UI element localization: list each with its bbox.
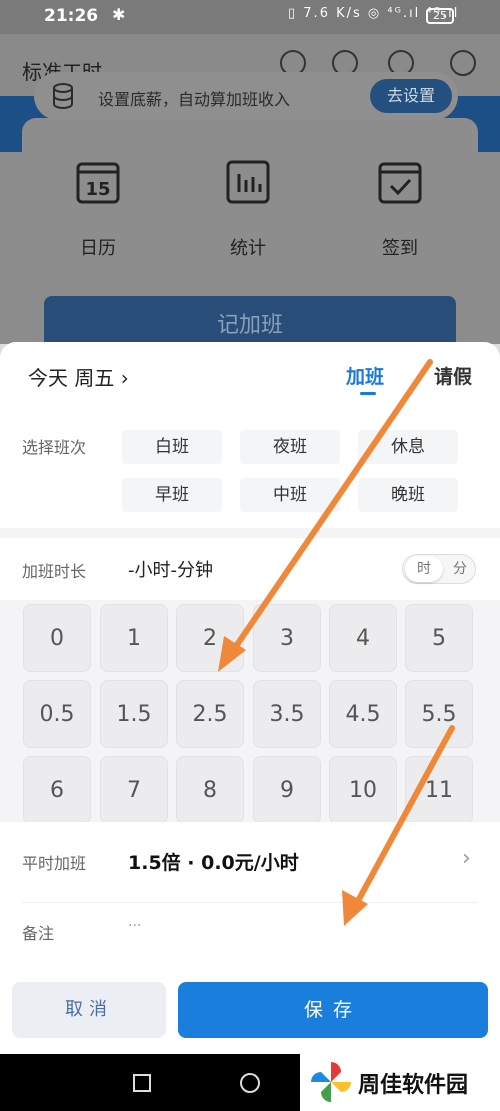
feature-checkin[interactable]: 签到 <box>370 158 430 260</box>
shift-section: 选择班次 白班 夜班 休息 早班 中班 晚班 <box>0 408 500 528</box>
overtime-sheet: 今天 周五 › 加班 请假 选择班次 白班 夜班 休息 早班 中班 晚班 加班时… <box>0 342 500 1054</box>
keypad-key[interactable]: 0.5 <box>23 680 91 748</box>
keypad-key[interactable]: 2.5 <box>176 680 244 748</box>
shift-option[interactable]: 中班 <box>240 478 340 512</box>
divider <box>22 902 478 903</box>
cancel-button[interactable]: 取消 <box>12 982 166 1038</box>
battery-icon: 25 <box>426 8 454 24</box>
shift-option[interactable]: 夜班 <box>240 430 340 464</box>
keypad-key[interactable]: 8 <box>176 756 244 824</box>
note-input[interactable]: ··· <box>128 918 141 934</box>
number-keypad: 0 1 2 3 4 5 0.5 1.5 2.5 3.5 4.5 5.5 6 7 … <box>0 604 500 824</box>
stats-icon <box>226 160 270 204</box>
feature-calendar[interactable]: 15 日历 <box>68 158 128 260</box>
keypad-key[interactable]: 9 <box>253 756 321 824</box>
unit-minute[interactable]: 分 <box>447 556 473 582</box>
feature-label: 统计 <box>230 238 266 259</box>
feature-stats[interactable]: 统计 <box>218 158 278 260</box>
action-bar: 取消 保存 <box>0 968 500 1054</box>
clock: 21:26 <box>44 6 99 26</box>
shift-option[interactable]: 晚班 <box>358 478 458 512</box>
salary-banner[interactable]: 设置底薪，自动算加班收入 去设置 <box>34 72 458 120</box>
calendar-icon: 15 <box>76 162 120 204</box>
rate-value[interactable]: 1.5倍 · 0.0元/小时 <box>128 848 299 875</box>
home-button[interactable] <box>240 1073 260 1093</box>
shift-option[interactable]: 白班 <box>122 430 222 464</box>
go-settings-button[interactable]: 去设置 <box>370 79 452 113</box>
note-label: 备注 <box>22 924 55 943</box>
feature-label: 日历 <box>80 238 116 259</box>
active-tab-indicator <box>360 392 376 395</box>
keypad-key[interactable]: 4.5 <box>329 680 397 748</box>
keypad-key[interactable]: 1.5 <box>100 680 168 748</box>
pinwheel-icon <box>311 1062 351 1102</box>
shift-option[interactable]: 早班 <box>122 478 222 512</box>
shift-label: 选择班次 <box>22 438 87 457</box>
duration-value: -小时-分钟 <box>128 560 213 581</box>
keypad-key[interactable]: 5.5 <box>405 680 473 748</box>
keypad-key[interactable]: 4 <box>329 604 397 672</box>
duration-label: 加班时长 <box>22 562 87 581</box>
checkin-icon <box>378 162 422 204</box>
save-button[interactable]: 保存 <box>178 982 488 1038</box>
unit-hour[interactable]: 时 <box>405 556 443 582</box>
chevron-right-icon[interactable]: › <box>462 846 471 871</box>
recents-button[interactable] <box>133 1074 151 1092</box>
feature-label: 签到 <box>382 238 418 259</box>
rate-section: 平时加班 1.5倍 · 0.0元/小时 › 备注 ··· <box>0 822 500 968</box>
tab-leave[interactable]: 请假 <box>434 362 472 389</box>
keypad-key[interactable]: 7 <box>100 756 168 824</box>
keypad-key[interactable]: 5 <box>405 604 473 672</box>
sheet-header: 今天 周五 › 加班 请假 <box>0 342 500 408</box>
keypad-key[interactable]: 3 <box>253 604 321 672</box>
bluetooth-icon: ✱ <box>112 5 126 24</box>
keypad-key[interactable]: 6 <box>23 756 91 824</box>
duration-section: 加班时长 -小时-分钟 时 分 <box>0 538 500 600</box>
keypad-key[interactable]: 11 <box>405 756 473 824</box>
status-bar: 21:26 ✱ ▯ 7.6 K/s ◎ ⁴ᴳ.ıl ⁴ᴳ.ıl 25 <box>0 0 500 34</box>
unit-toggle[interactable]: 时 分 <box>402 554 476 584</box>
keypad-key[interactable]: 0 <box>23 604 91 672</box>
shift-option[interactable]: 休息 <box>358 430 458 464</box>
keypad-key[interactable]: 1 <box>100 604 168 672</box>
database-icon <box>53 83 73 109</box>
system-nav-bar: 周佳软件园 <box>0 1054 500 1111</box>
calendar-date: 15 <box>85 179 110 200</box>
keypad-key[interactable]: 2 <box>176 604 244 672</box>
watermark-logo: 周佳软件园 <box>300 1054 500 1111</box>
settings-icon[interactable] <box>450 50 476 76</box>
banner-text: 设置底薪，自动算加班收入 <box>98 90 291 109</box>
date-selector[interactable]: 今天 周五 › <box>28 362 129 391</box>
tab-overtime[interactable]: 加班 <box>346 362 384 389</box>
keypad-key[interactable]: 10 <box>329 756 397 824</box>
keypad-key[interactable]: 3.5 <box>253 680 321 748</box>
rate-label: 平时加班 <box>22 854 87 873</box>
watermark-text: 周佳软件园 <box>358 1073 469 1098</box>
